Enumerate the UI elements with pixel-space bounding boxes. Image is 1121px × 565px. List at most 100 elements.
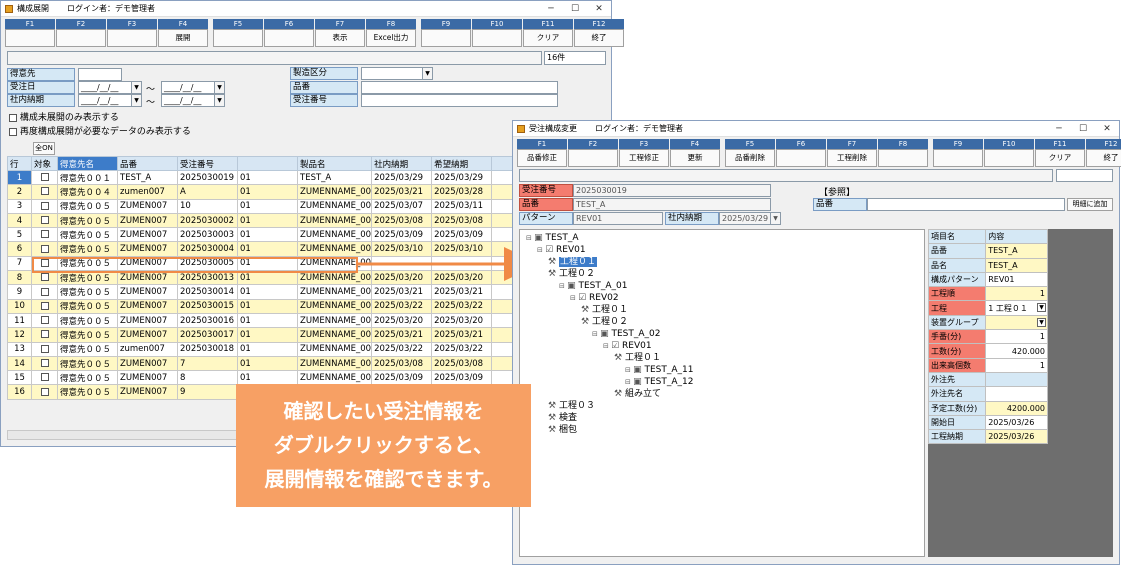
tree-expander[interactable]: ⊟ xyxy=(570,294,578,302)
chevron-down-icon[interactable]: ▼ xyxy=(214,95,224,106)
minimize-icon[interactable]: ─ xyxy=(1047,124,1071,134)
fkey-button[interactable] xyxy=(107,29,157,47)
part-no-input[interactable] xyxy=(361,81,558,94)
target-cell[interactable] xyxy=(31,184,58,200)
fkey-button[interactable] xyxy=(776,149,826,167)
prop-value[interactable]: 1 xyxy=(985,357,1048,373)
target-cell[interactable] xyxy=(31,312,58,329)
check-unexpanded[interactable]: 構成未展開のみ表示する xyxy=(9,110,119,123)
tree-expander[interactable]: ⊟ xyxy=(537,246,545,254)
prop-row[interactable]: 工数(分) 420.000 xyxy=(927,343,1048,359)
tree-node[interactable]: ⚒ 組み立て xyxy=(614,389,661,400)
target-cell[interactable] xyxy=(31,227,58,243)
tree-node[interactable]: ⚒ 工程０２ xyxy=(581,317,628,328)
tree-expander[interactable]: ⊟ xyxy=(625,378,633,386)
fkey-button[interactable]: 更新 xyxy=(670,149,720,167)
fkey-button[interactable] xyxy=(421,29,471,47)
target-cell[interactable] xyxy=(31,169,58,186)
fkey-button[interactable]: 表示 xyxy=(315,29,365,47)
prop-value[interactable]: 1 xyxy=(985,286,1048,302)
fkey-button[interactable]: 工程削除 xyxy=(827,149,877,167)
chevron-down-icon[interactable]: ▼ xyxy=(214,82,224,93)
tree-node[interactable]: ⚒ 工程０１ xyxy=(581,305,628,316)
fkey-button[interactable] xyxy=(878,149,928,167)
tree-node[interactable]: ⊟ ☑ REV01 xyxy=(537,245,586,256)
prop-row[interactable]: 品名 TEST_A xyxy=(927,257,1048,273)
checkbox[interactable] xyxy=(40,187,49,196)
fkey-button[interactable]: Excel出力 xyxy=(366,29,416,47)
customer-input[interactable] xyxy=(78,68,122,81)
order-date-from[interactable]: ____/__/__ ▼ xyxy=(78,81,142,94)
prop-row[interactable]: 工程 1 工程０１ ▼ xyxy=(927,300,1048,316)
checkbox[interactable] xyxy=(40,330,49,339)
checkbox[interactable] xyxy=(40,173,49,182)
prop-row[interactable]: 構成パターン REV01 xyxy=(927,271,1048,288)
target-cell[interactable] xyxy=(31,241,58,257)
fkey-button[interactable]: クリア xyxy=(523,29,573,47)
maximize-icon[interactable]: ☐ xyxy=(563,4,587,14)
prop-row[interactable]: 品番 TEST_A xyxy=(927,243,1048,259)
ref-part-input[interactable] xyxy=(867,198,1065,211)
tree-expander[interactable]: ⊟ xyxy=(592,330,600,338)
close-icon[interactable]: ✕ xyxy=(1095,124,1119,134)
checkbox[interactable] xyxy=(40,230,49,239)
checkbox[interactable] xyxy=(40,344,49,353)
fkey-button[interactable]: クリア xyxy=(1035,149,1085,167)
fkey-button[interactable] xyxy=(264,29,314,47)
prop-value[interactable] xyxy=(985,386,1048,402)
fkey-button[interactable]: 工程修正 xyxy=(619,149,669,167)
fkey-button[interactable] xyxy=(5,29,55,47)
tree-node[interactable]: ⚒ 工程０２ xyxy=(548,269,595,280)
prop-value[interactable]: REV01 xyxy=(985,271,1048,288)
target-cell[interactable] xyxy=(31,284,58,300)
delivery-from[interactable]: ____/__/__ ▼ xyxy=(78,94,142,107)
chevron-down-icon[interactable]: ▼ xyxy=(131,82,141,93)
prop-value[interactable]: 420.000 xyxy=(985,343,1048,359)
chevron-down-icon[interactable]: ▼ xyxy=(770,213,780,224)
target-cell[interactable] xyxy=(31,384,58,400)
tree-node[interactable]: ⊟ ☑ REV01 xyxy=(603,341,652,352)
tree-expander[interactable]: ⊟ xyxy=(559,282,567,290)
checkbox[interactable] xyxy=(9,127,17,136)
order-no-input[interactable] xyxy=(361,94,558,107)
prop-value[interactable]: TEST_A xyxy=(985,257,1048,273)
delivery-to[interactable]: ____/__/__ ▼ xyxy=(161,94,225,107)
maximize-icon[interactable]: ☐ xyxy=(1071,124,1095,134)
delivery-value-r[interactable]: 2025/03/29 ▼ xyxy=(719,212,781,225)
fkey-button[interactable] xyxy=(984,149,1034,167)
target-cell[interactable] xyxy=(31,341,58,357)
target-cell[interactable] xyxy=(31,370,58,386)
target-cell[interactable] xyxy=(31,355,58,372)
fkey-button[interactable]: 終了 xyxy=(574,29,624,47)
check-reexpand[interactable]: 再度構成展開が必要なデータのみ表示する xyxy=(9,124,191,137)
tree-node[interactable]: ⚒ 検査 xyxy=(548,413,577,424)
checkbox[interactable] xyxy=(40,201,49,210)
tree-node[interactable]: ⚒ 工程０１ xyxy=(614,353,661,364)
checkbox[interactable] xyxy=(40,287,49,296)
tree-expander[interactable]: ⊟ xyxy=(526,234,534,242)
fkey-button[interactable]: 終了 xyxy=(1086,149,1121,167)
prop-row[interactable]: 外注先名 xyxy=(927,386,1048,402)
tree-node[interactable]: ⊟ ▣ TEST_A_11 xyxy=(625,365,693,376)
prop-value[interactable]: 2025/03/26 xyxy=(985,414,1048,431)
checkbox[interactable] xyxy=(40,301,49,310)
all-on-button[interactable]: 全ON xyxy=(33,142,55,155)
chevron-down-icon[interactable]: ▼ xyxy=(422,68,432,79)
fkey-button[interactable]: 展開 xyxy=(158,29,208,47)
prop-value[interactable]: 1 xyxy=(985,329,1048,345)
chevron-down-icon[interactable]: ▼ xyxy=(1037,317,1046,327)
prop-row[interactable]: 工程納期 2025/03/26 xyxy=(927,429,1048,445)
fkey-button[interactable]: 品番削除 xyxy=(725,149,775,167)
target-cell[interactable] xyxy=(31,298,58,314)
target-cell[interactable] xyxy=(31,212,58,229)
checkbox[interactable] xyxy=(40,373,49,382)
target-cell[interactable] xyxy=(31,198,58,214)
checkbox[interactable] xyxy=(40,359,49,367)
tree-node[interactable]: ⚒ 工程０１ xyxy=(548,257,597,268)
prop-value[interactable]: 2025/03/26 xyxy=(985,429,1048,445)
prop-row[interactable]: 装置グループ ▼ xyxy=(927,314,1048,331)
add-to-detail-button[interactable]: 明細に追加 xyxy=(1067,198,1113,211)
chevron-down-icon[interactable]: ▼ xyxy=(131,95,141,106)
checkbox[interactable] xyxy=(40,316,49,325)
prop-row[interactable]: 外注先 xyxy=(927,371,1048,388)
